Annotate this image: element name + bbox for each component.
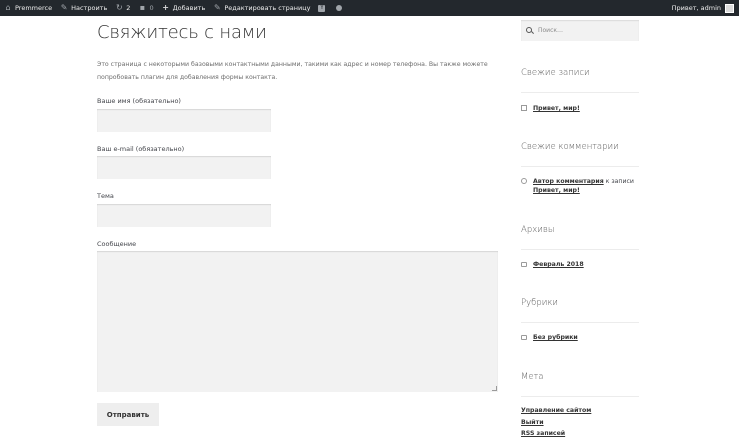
yoast-icon: Y	[318, 4, 326, 12]
recent-posts-title: Свежие записи	[521, 68, 590, 78]
comment-post-link[interactable]: Привет, мир!	[533, 187, 580, 194]
list-item: Февраль 2018	[521, 260, 584, 269]
meta-link-admin[interactable]: Управление сайтом	[521, 407, 591, 414]
seo-status-dot-icon	[336, 5, 343, 11]
name-input[interactable]	[97, 109, 271, 132]
divider	[521, 92, 639, 93]
message-label: Сообщение	[97, 240, 137, 248]
site-name-menu[interactable]: ⌂ Premmerce	[0, 0, 56, 16]
add-new-button[interactable]: + Добавить	[158, 0, 210, 16]
edit-page-label: Редактировать страницу	[224, 4, 311, 12]
comments-button[interactable]: ▪ 0	[134, 0, 157, 16]
my-account-menu[interactable]: Привет, admin	[671, 3, 739, 13]
seo-status-button[interactable]	[332, 0, 346, 16]
category-link[interactable]: Без рубрики	[533, 333, 578, 342]
subject-label: Тема	[97, 192, 114, 200]
message-textarea[interactable]	[97, 251, 498, 392]
avatar	[725, 3, 734, 13]
comment-entry: Автор комментария к записи Привет, мир!	[533, 177, 634, 195]
comments-count: 0	[149, 4, 154, 12]
divider	[521, 396, 639, 397]
list-item: Автор комментария к записи Привет, мир!	[521, 177, 634, 195]
document-icon	[521, 105, 527, 111]
email-input[interactable]	[97, 156, 271, 179]
list-item: Привет, мир!	[521, 104, 580, 113]
divider	[521, 166, 639, 167]
updates-icon: ↻	[115, 3, 123, 12]
site-name-label: Premmerce	[15, 4, 53, 12]
dashboard-icon: ⌂	[5, 3, 11, 12]
comment-author-link[interactable]: Автор комментария	[533, 178, 604, 185]
brush-icon: ✎	[60, 3, 68, 12]
search-icon	[526, 27, 533, 34]
archives-title: Архивы	[521, 225, 555, 235]
pencil-icon: ✎	[213, 3, 221, 12]
comment-icon	[521, 178, 527, 184]
yoast-seo-button[interactable]: Y	[314, 0, 332, 16]
admin-bar: ⌂ Premmerce ✎ Настроить ↻ 2 ▪ 0 + Добави…	[0, 0, 739, 16]
comment-icon: ▪	[139, 3, 146, 12]
recent-post-link[interactable]: Привет, мир!	[533, 104, 580, 113]
add-new-label: Добавить	[172, 4, 206, 12]
comment-connector: к записи	[605, 178, 634, 185]
updates-count: 2	[126, 4, 131, 12]
search-placeholder: Поиск…	[538, 27, 564, 34]
folder-icon	[521, 262, 527, 267]
divider	[521, 249, 639, 250]
meta-link-rss[interactable]: RSS записей	[521, 430, 565, 437]
categories-title: Рубрики	[521, 298, 558, 308]
resize-handle-icon[interactable]	[492, 386, 497, 391]
meta-link-logout[interactable]: Выйти	[521, 419, 544, 426]
greeting-label: Привет, admin	[671, 4, 721, 12]
customize-button[interactable]: ✎ Настроить	[56, 0, 111, 16]
name-label: Ваше имя (обязательно)	[97, 97, 181, 105]
meta-title: Мета	[521, 372, 544, 382]
subject-input[interactable]	[97, 204, 271, 227]
customize-label: Настроить	[71, 4, 108, 12]
recent-comments-title: Свежие комментарии	[521, 142, 619, 152]
page-title: Свяжитесь с нами	[97, 22, 267, 43]
email-label: Ваш e-mail (обязательно)	[97, 145, 185, 153]
folder-icon	[521, 335, 527, 340]
submit-button[interactable]: Отправить	[97, 403, 159, 426]
edit-page-button[interactable]: ✎ Редактировать страницу	[209, 0, 314, 16]
divider	[521, 322, 639, 323]
archive-link[interactable]: Февраль 2018	[533, 260, 584, 269]
search-input[interactable]: Поиск…	[521, 20, 639, 41]
plus-icon: +	[162, 3, 169, 12]
list-item: Без рубрики	[521, 333, 578, 342]
intro-paragraph: Это страница с некоторыми базовыми конта…	[97, 61, 488, 81]
updates-button[interactable]: ↻ 2	[111, 0, 134, 16]
